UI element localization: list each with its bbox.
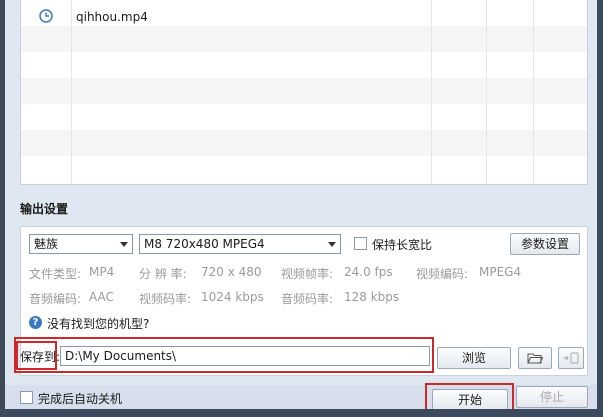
- list-item: [21, 156, 587, 182]
- column-divider: [71, 0, 72, 184]
- output-settings-title: 输出设置: [20, 202, 69, 216]
- file-name: qihhou.mp4: [76, 10, 148, 24]
- list-item: [21, 52, 587, 78]
- list-item: [21, 78, 587, 104]
- info-value: 720 x 480: [201, 265, 262, 279]
- file-list[interactable]: qihhou.mp4: [20, 0, 588, 185]
- open-folder-button[interactable]: [518, 347, 552, 369]
- list-item: [21, 104, 587, 130]
- brand-select-value: 魅族: [34, 237, 59, 251]
- window-left-edge: [0, 0, 5, 417]
- info-label: 音频编码:: [29, 292, 82, 306]
- info-label: 文件类型:: [29, 267, 82, 281]
- stop-button[interactable]: 停止: [516, 386, 588, 408]
- info-value: MP4: [89, 265, 115, 279]
- info-value: 24.0 fps: [344, 265, 393, 279]
- keep-ratio-checkbox[interactable]: [354, 237, 367, 250]
- info-label: 视频帧率:: [281, 267, 334, 281]
- info-value: MPEG4: [479, 265, 522, 279]
- column-divider: [486, 0, 487, 184]
- model-select-value: M8 720x480 MPEG4: [144, 237, 265, 251]
- device-button[interactable]: [558, 347, 584, 369]
- model-select[interactable]: M8 720x480 MPEG4: [139, 234, 341, 254]
- column-divider: [533, 0, 534, 184]
- info-label: 视频编码:: [416, 267, 469, 281]
- device-icon: [563, 352, 579, 364]
- help-link[interactable]: 没有找到您的机型?: [47, 315, 149, 332]
- folder-icon: [527, 353, 544, 364]
- list-item[interactable]: qihhou.mp4: [21, 0, 587, 26]
- info-label: 音频码率:: [281, 292, 334, 306]
- chevron-down-icon: [120, 242, 128, 247]
- highlight-box: [14, 337, 434, 373]
- params-button[interactable]: 参数设置: [510, 233, 580, 255]
- clock-icon: [39, 9, 53, 23]
- info-value: 128 kbps: [344, 290, 400, 304]
- info-value: 1024 kbps: [201, 290, 264, 304]
- list-item: [21, 130, 587, 156]
- auto-shutdown-label: 完成后自动关机: [38, 392, 123, 406]
- browse-button[interactable]: 浏览: [437, 347, 511, 369]
- help-icon: ?: [29, 316, 42, 329]
- window-right-edge: [597, 0, 603, 417]
- info-value: AAC: [89, 290, 114, 304]
- column-divider: [431, 0, 432, 184]
- chevron-down-icon: [328, 242, 336, 247]
- window-bottom-edge: [0, 409, 603, 417]
- auto-shutdown-checkbox[interactable]: [20, 391, 33, 404]
- info-label: 视频码率:: [139, 292, 192, 306]
- list-item: [21, 26, 587, 52]
- keep-ratio-label: 保持长宽比: [372, 238, 433, 252]
- brand-select[interactable]: 魅族: [29, 234, 133, 254]
- info-label: 分 辨 率:: [139, 267, 187, 281]
